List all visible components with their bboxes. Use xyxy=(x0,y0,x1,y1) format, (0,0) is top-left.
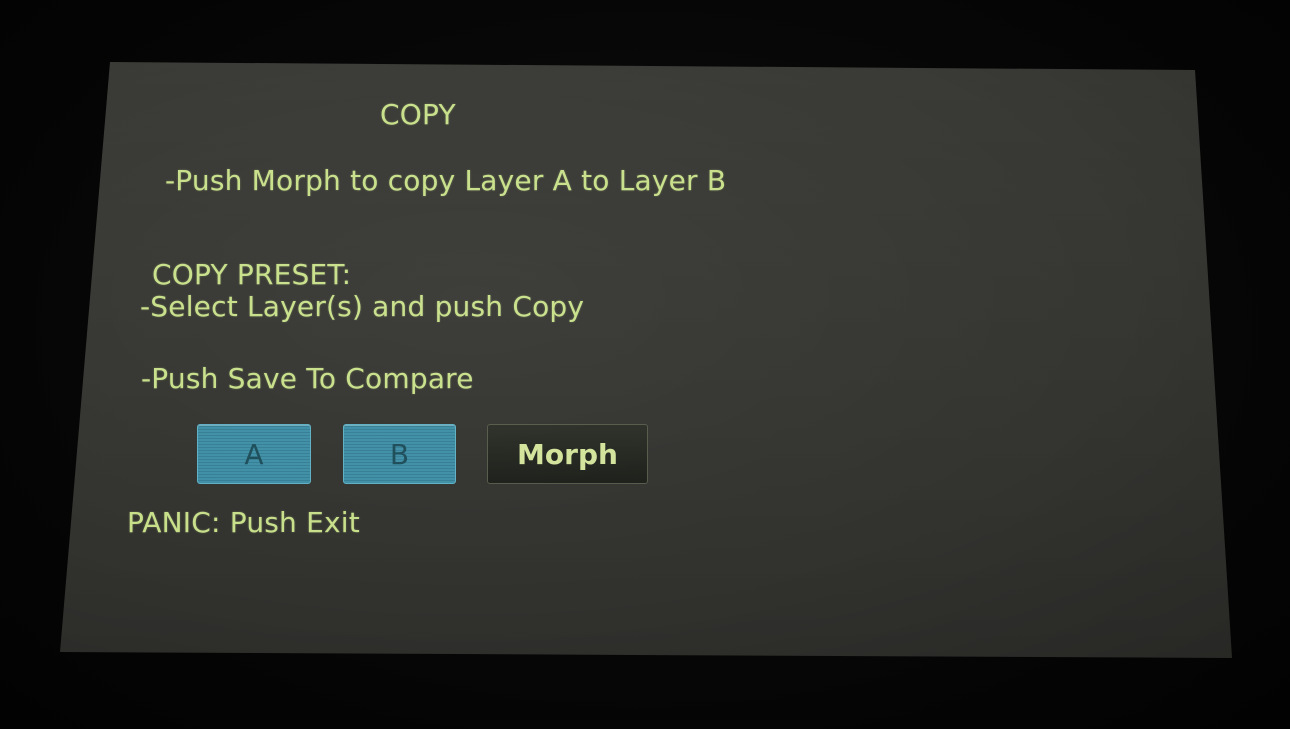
panic-instruction: PANIC: Push Exit xyxy=(127,506,360,539)
copy-preset-heading: COPY PRESET: xyxy=(152,258,352,291)
morph-button[interactable]: Morph xyxy=(487,424,648,484)
layer-b-button[interactable]: B xyxy=(343,424,456,484)
display-screen: COPY -Push Morph to copy Layer A to Laye… xyxy=(60,62,1232,658)
page-title: COPY xyxy=(380,98,456,131)
layer-a-button[interactable]: A xyxy=(197,424,311,484)
compare-instruction: -Push Save To Compare xyxy=(141,362,474,395)
device-display-frame: COPY -Push Morph to copy Layer A to Laye… xyxy=(0,0,1290,729)
morph-instruction: -Push Morph to copy Layer A to Layer B xyxy=(165,164,727,197)
copy-preset-instruction: -Select Layer(s) and push Copy xyxy=(140,290,585,323)
